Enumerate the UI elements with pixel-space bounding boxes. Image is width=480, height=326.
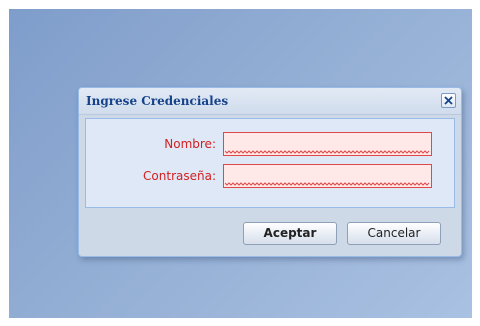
password-input[interactable]	[223, 164, 432, 188]
close-button[interactable]	[441, 93, 456, 108]
credentials-dialog: Ingrese Credenciales Nombre: Contraseña:…	[78, 87, 462, 257]
name-input[interactable]	[223, 132, 432, 156]
password-label: Contraseña:	[143, 169, 216, 183]
dialog-header: Ingrese Credenciales	[79, 88, 461, 115]
accept-button[interactable]: Aceptar	[243, 222, 337, 245]
close-icon	[444, 96, 453, 105]
cancel-button[interactable]: Cancelar	[347, 222, 441, 245]
name-label: Nombre:	[164, 137, 216, 151]
form-panel: Nombre: Contraseña:	[85, 118, 455, 208]
dialog-title: Ingrese Credenciales	[86, 94, 229, 108]
